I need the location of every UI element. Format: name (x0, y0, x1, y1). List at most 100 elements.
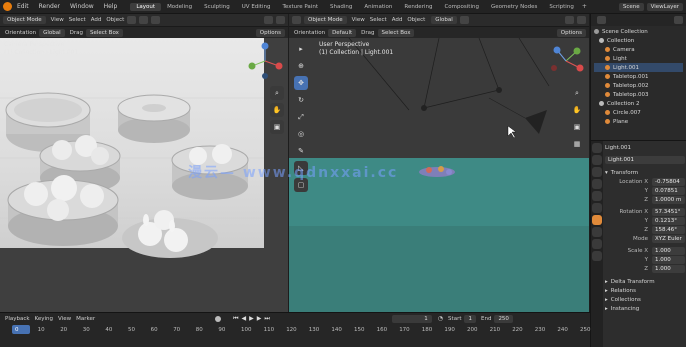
right-menu-object[interactable]: Object (407, 17, 425, 23)
outliner-filter-icon[interactable] (674, 16, 683, 24)
right-camera-view-icon[interactable]: ▣ (570, 120, 584, 134)
cursor-3d-icon[interactable]: ⊕ (294, 59, 308, 73)
left-shading-icon[interactable] (276, 16, 285, 24)
tab-sculpting[interactable]: Sculpting (198, 3, 236, 11)
outliner-item[interactable]: Tabletop.003 (594, 90, 683, 99)
transform-tool-icon[interactable]: ◎ (294, 127, 308, 141)
left-transform-pivot-icon[interactable] (127, 16, 137, 24)
rotation-y-field[interactable]: 0.1213° (652, 216, 685, 225)
right-menu-add[interactable]: Add (392, 17, 403, 23)
outliner-item[interactable]: Plane (594, 117, 683, 126)
outliner-item[interactable]: Camera (594, 45, 683, 54)
view-layer-selector[interactable]: ViewLayer (646, 2, 683, 11)
tab-scripting[interactable]: Scripting (543, 3, 579, 11)
chevron-right-icon[interactable]: ▸ (605, 306, 608, 312)
right-shading-icon[interactable] (577, 16, 586, 24)
right-pan-hand-icon[interactable]: ✋ (570, 103, 584, 117)
outliner-display-icon[interactable] (597, 16, 606, 24)
rotation-x-field[interactable]: 57.3451° (652, 207, 685, 216)
blender-logo-icon[interactable] (3, 2, 12, 11)
tab-geometry-nodes[interactable]: Geometry Nodes (485, 3, 543, 11)
outliner-item[interactable]: Collection 2 (594, 99, 683, 108)
camera-view-icon[interactable]: ▣ (270, 120, 284, 134)
location-x-field[interactable]: -0.75804 m (652, 177, 685, 193)
select-cursor-icon[interactable]: ▸ (294, 42, 308, 56)
view-layer-props-icon[interactable] (592, 179, 602, 189)
left-navigation-gizmo[interactable] (246, 42, 284, 80)
delta-transform-section[interactable]: Delta Transform (611, 279, 655, 285)
rotation-z-field[interactable]: 158.46° (652, 225, 685, 234)
menu-help[interactable]: Help (99, 3, 123, 10)
tab-texture-paint[interactable]: Texture Paint (276, 3, 324, 11)
tab-shading[interactable]: Shading (324, 3, 358, 11)
outliner-item[interactable]: Collection (594, 36, 683, 45)
output-props-icon[interactable] (592, 167, 602, 177)
relations-section[interactable]: Relations (611, 288, 636, 294)
constraints-props-icon[interactable] (592, 239, 602, 249)
left-select-box-dropdown[interactable]: Select Box (85, 28, 123, 37)
location-z-field[interactable]: 1.0000 m (652, 195, 685, 204)
right-options-dropdown[interactable]: Options (556, 28, 586, 37)
location-y-field[interactable]: 0.07851 m (652, 186, 685, 202)
tab-layout[interactable]: Layout (130, 2, 162, 11)
outliner-item-selected[interactable]: Light.001 (594, 63, 683, 72)
outliner-item[interactable]: Circle.007 (594, 108, 683, 117)
scale-tool-icon[interactable]: ⤢ (294, 110, 308, 124)
tab-modeling[interactable]: Modeling (161, 3, 198, 11)
right-snap-icon[interactable] (459, 16, 469, 24)
chevron-right-icon[interactable]: ▸ (605, 288, 608, 294)
left-menu-view[interactable]: View (51, 17, 64, 23)
tool-props-icon[interactable] (592, 143, 602, 153)
transform-section-header[interactable]: Transform (611, 170, 638, 176)
left-orientation-dropdown[interactable]: Global (39, 28, 65, 37)
right-transform-dropdown[interactable]: Global (431, 16, 457, 24)
pan-hand-icon[interactable]: ✋ (270, 103, 284, 117)
right-menu-select[interactable]: Select (370, 17, 387, 23)
right-navigation-gizmo[interactable] (547, 42, 585, 80)
scene-props-icon[interactable] (592, 191, 602, 201)
right-menu-view[interactable]: View (352, 17, 365, 23)
zoom-icon[interactable]: ⌕ (270, 86, 284, 100)
left-overlay-icon[interactable] (264, 16, 273, 24)
outliner-item[interactable]: Tabletop.002 (594, 81, 683, 90)
tab-uv-editing[interactable]: UV Editing (236, 3, 277, 11)
instancing-section[interactable]: Instancing (611, 306, 640, 312)
left-menu-object[interactable]: Object (106, 17, 124, 23)
right-grid-view-icon[interactable]: ▦ (570, 137, 584, 151)
right-orientation-dropdown[interactable]: Default (328, 28, 357, 37)
right-overlay-icon[interactable] (565, 16, 574, 24)
scale-z-field[interactable]: 1.000 (652, 264, 685, 273)
tab-rendering[interactable]: Rendering (398, 3, 438, 11)
editor-type-icon[interactable] (292, 16, 301, 24)
data-props-icon[interactable] (592, 251, 602, 261)
annotate-tool-icon[interactable]: ✎ (294, 144, 308, 158)
scale-y-field[interactable]: 1.000 (652, 255, 685, 264)
tab-animation[interactable]: Animation (358, 3, 398, 11)
menu-edit[interactable]: Edit (12, 3, 34, 10)
move-tool-icon[interactable]: ✥ (294, 76, 308, 90)
left-menu-add[interactable]: Add (91, 17, 102, 23)
right-mode-dropdown[interactable]: Object Mode (304, 16, 347, 24)
scale-x-field[interactable]: 1.000 (652, 246, 685, 255)
object-props-icon[interactable] (592, 215, 602, 225)
world-props-icon[interactable] (592, 203, 602, 213)
chevron-right-icon[interactable]: ▸ (605, 279, 608, 285)
outliner-item[interactable]: Light (594, 54, 683, 63)
right-select-box-dropdown[interactable]: Select Box (377, 28, 415, 37)
tab-compositing[interactable]: Compositing (438, 3, 484, 11)
physics-props-icon[interactable] (592, 227, 602, 237)
collections-section[interactable]: Collections (611, 297, 641, 303)
left-menu-select[interactable]: Select (69, 17, 86, 23)
outliner-item[interactable]: Tabletop.001 (594, 72, 683, 81)
scene-selector[interactable]: Scene (618, 2, 644, 11)
left-proportional-icon[interactable] (151, 16, 161, 24)
outliner-scene-collection[interactable]: Scene Collection (594, 27, 683, 36)
rotation-mode-dropdown[interactable]: XYZ Euler (652, 234, 685, 243)
object-name-field[interactable]: Light.001 (605, 155, 685, 164)
add-workspace-icon[interactable]: + (582, 3, 587, 10)
chevron-down-icon[interactable]: ▾ (605, 170, 608, 176)
chevron-right-icon[interactable]: ▸ (605, 297, 608, 303)
render-props-icon[interactable] (592, 155, 602, 165)
right-zoom-icon[interactable]: ⌕ (570, 86, 584, 100)
left-mode-dropdown[interactable]: Object Mode (3, 16, 46, 24)
